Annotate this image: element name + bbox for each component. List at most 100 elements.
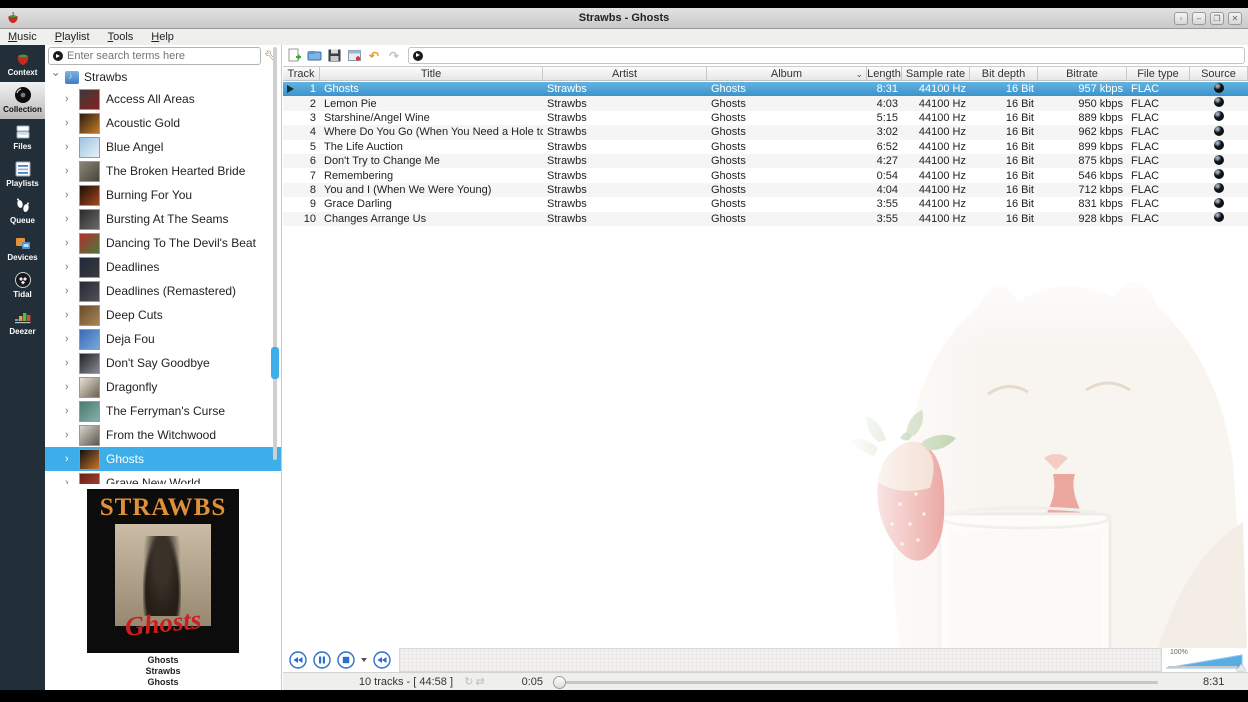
tree-album-item[interactable]: ›From the Witchwood	[45, 423, 281, 447]
spectrum-analyzer[interactable]	[399, 648, 1162, 672]
column-header-track[interactable]: Track	[283, 67, 320, 80]
minimize-button[interactable]: –	[1192, 12, 1206, 25]
playlist-row[interactable]: 8You and I (When We Were Young)StrawbsGh…	[283, 183, 1248, 197]
stop-button[interactable]	[337, 651, 355, 669]
volume-handle[interactable]	[1236, 664, 1246, 671]
tree-album-item[interactable]: ›Burning For You	[45, 183, 281, 207]
playlist-row[interactable]: 3Starshine/Angel WineStrawbsGhosts5:1544…	[283, 111, 1248, 125]
expand-chevron-icon[interactable]: ›	[65, 477, 73, 484]
expand-chevron-icon[interactable]: ›	[65, 285, 73, 297]
tree-album-item[interactable]: ›The Broken Hearted Bride	[45, 159, 281, 183]
expand-chevron-icon[interactable]: ›	[65, 333, 73, 345]
expand-chevron-icon[interactable]: ›	[65, 261, 73, 273]
expand-chevron-icon[interactable]: ›	[65, 357, 73, 369]
tree-album-item[interactable]: ›Deadlines (Remastered)	[45, 279, 281, 303]
sidebar-item-tidal[interactable]: Tidal	[0, 267, 45, 304]
tree-root-artist[interactable]: ›Strawbs	[45, 67, 281, 87]
shuffle-icon[interactable]: ⇄	[476, 676, 487, 688]
playlist-filter-field[interactable]	[423, 50, 1240, 62]
maximize-button[interactable]: ❒	[1210, 12, 1224, 25]
menu-playlist[interactable]: Playlist	[55, 31, 90, 43]
previous-button[interactable]	[289, 651, 307, 669]
expand-chevron-icon[interactable]: ›	[65, 429, 73, 441]
expand-chevron-icon[interactable]: ›	[65, 453, 73, 465]
close-button[interactable]: ✕	[1228, 12, 1242, 25]
playlist-row[interactable]: 9Grace DarlingStrawbsGhosts3:5544100 Hz1…	[283, 197, 1248, 211]
expand-chevron-icon[interactable]: ›	[65, 117, 73, 129]
playlist-row[interactable]: 7RememberingStrawbsGhosts0:5444100 Hz16 …	[283, 168, 1248, 182]
redo-icon[interactable]: ↷	[386, 48, 402, 64]
expand-chevron-icon[interactable]: ›	[65, 405, 73, 417]
playlist-row[interactable]: 2Lemon PieStrawbsGhosts4:0344100 Hz16 Bi…	[283, 96, 1248, 110]
album-cover-art[interactable]: STRAWBS Ghosts	[87, 489, 239, 653]
sidebar-item-context[interactable]: Context	[0, 45, 45, 82]
playlist-row[interactable]: 1GhostsStrawbsGhosts8:3144100 Hz16 Bit95…	[283, 82, 1248, 96]
collection-search-input[interactable]	[48, 47, 261, 65]
column-header-title[interactable]: Title	[320, 67, 543, 80]
sidebar-item-files[interactable]: Files	[0, 119, 45, 156]
column-header-album[interactable]: Album⌄	[707, 67, 867, 80]
undo-icon[interactable]: ↶	[366, 48, 382, 64]
tree-album-item[interactable]: ›Grave New World	[45, 471, 281, 484]
playlist-row[interactable]: 10Changes Arrange UsStrawbsGhosts3:55441…	[283, 212, 1248, 226]
expand-chevron-icon[interactable]: ›	[65, 237, 73, 249]
expand-chevron-icon[interactable]: ›	[65, 189, 73, 201]
playlists-icon	[13, 160, 33, 178]
new-playlist-icon[interactable]	[286, 48, 302, 64]
column-header-file_type[interactable]: File type	[1127, 67, 1190, 80]
tree-album-item[interactable]: ›The Ferryman's Curse	[45, 399, 281, 423]
playlist-settings-icon[interactable]	[346, 48, 362, 64]
expand-chevron-icon[interactable]: ›	[65, 165, 73, 177]
menu-music[interactable]: Music	[8, 31, 37, 43]
expand-chevron-icon[interactable]: ›	[65, 93, 73, 105]
tree-album-item[interactable]: ›Deep Cuts	[45, 303, 281, 327]
playlist-row[interactable]: 5The Life AuctionStrawbsGhosts6:5244100 …	[283, 140, 1248, 154]
collection-search-field[interactable]	[67, 50, 256, 62]
tree-album-item[interactable]: ›Acoustic Gold	[45, 111, 281, 135]
column-header-bitrate[interactable]: Bitrate	[1038, 67, 1127, 80]
playlist-row[interactable]: 4Where Do You Go (When You Need a Hole t…	[283, 125, 1248, 139]
expand-chevron-icon[interactable]: ›	[65, 213, 73, 225]
volume-slider[interactable]: 100%	[1162, 648, 1248, 672]
menu-help[interactable]: Help	[151, 31, 174, 43]
tree-album-item[interactable]: ›Deja Fou	[45, 327, 281, 351]
tree-album-item[interactable]: ›Ghosts	[45, 447, 281, 471]
expand-chevron-icon[interactable]: ›	[65, 381, 73, 393]
expand-chevron-icon[interactable]: ›	[65, 309, 73, 321]
tree-album-item[interactable]: ›Deadlines	[45, 255, 281, 279]
collection-panel: 🔧︎ ›Strawbs›Access All Areas›Acoustic Go…	[45, 45, 282, 690]
tree-album-item[interactable]: ›Dancing To The Devil's Beat	[45, 231, 281, 255]
repeat-icon[interactable]: ↻	[464, 676, 475, 688]
column-header-bit_depth[interactable]: Bit depth	[970, 67, 1038, 80]
pin-button[interactable]: ◦	[1174, 12, 1188, 25]
stop-options-chevron-icon[interactable]	[361, 658, 367, 662]
playlist-row[interactable]: 6Don't Try to Change MeStrawbsGhosts4:27…	[283, 154, 1248, 168]
sidebar-item-queue[interactable]: Queue	[0, 193, 45, 230]
tree-album-item[interactable]: ›Access All Areas	[45, 87, 281, 111]
pause-button[interactable]	[313, 651, 331, 669]
tree-scrollbar[interactable]	[271, 47, 279, 460]
expand-chevron-icon[interactable]: ›	[65, 141, 73, 153]
tree-album-item[interactable]: ›Dragonfly	[45, 375, 281, 399]
sidebar-item-deezer[interactable]: Deezer	[0, 304, 45, 341]
sidebar-item-collection[interactable]: Collection	[0, 82, 45, 119]
column-header-length[interactable]: Length	[867, 67, 902, 80]
save-playlist-icon[interactable]	[326, 48, 342, 64]
column-header-source[interactable]: Source	[1190, 67, 1248, 80]
open-playlist-icon[interactable]	[306, 48, 322, 64]
collapse-chevron-icon[interactable]: ›	[50, 73, 62, 82]
next-button[interactable]	[373, 651, 391, 669]
playlist-filter-box[interactable]	[408, 47, 1245, 64]
tree-album-item[interactable]: ›Don't Say Goodbye	[45, 351, 281, 375]
tree-album-item[interactable]: ›Bursting At The Seams	[45, 207, 281, 231]
tree-album-item[interactable]: ›Blue Angel	[45, 135, 281, 159]
sidebar-item-playlists[interactable]: Playlists	[0, 156, 45, 193]
column-header-sample_rate[interactable]: Sample rate	[902, 67, 970, 80]
tree-scrollbar-thumb[interactable]	[271, 347, 279, 379]
source-collection-icon	[1214, 212, 1224, 222]
sidebar-item-devices[interactable]: Devices	[0, 230, 45, 267]
menu-tools[interactable]: Tools	[108, 31, 134, 43]
seek-slider[interactable]	[553, 673, 1203, 690]
column-header-artist[interactable]: Artist	[543, 67, 707, 80]
seek-handle[interactable]	[553, 676, 566, 689]
